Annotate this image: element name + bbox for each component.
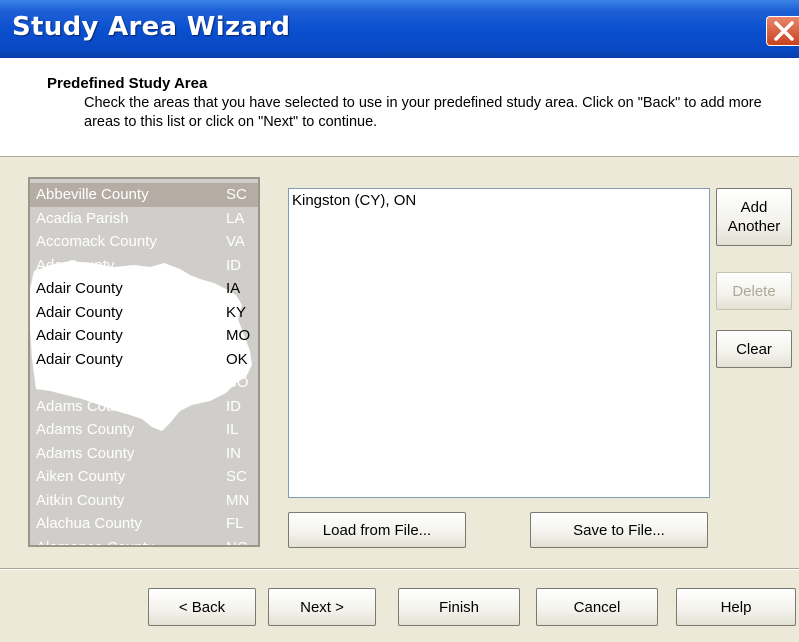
area-name: Adair County — [36, 327, 123, 344]
area-name: Acadia Parish — [36, 209, 129, 227]
area-state: IN — [226, 444, 241, 462]
area-name: Adair County — [36, 350, 123, 368]
area-name: Accomack County — [36, 233, 157, 250]
load-from-file-button[interactable]: Load from File... — [288, 512, 466, 548]
footer-divider — [0, 568, 799, 570]
area-name: Aitkin County — [36, 491, 125, 509]
area-list-item[interactable]: Adair County KY — [30, 301, 258, 325]
area-list-item[interactable]: Abbeville County SC — [30, 183, 258, 207]
title-bar: Study Area Wizard — [0, 0, 799, 58]
area-state: ID — [226, 256, 241, 274]
area-name: Ada County — [36, 256, 115, 274]
area-state: OK — [226, 350, 248, 368]
area-state: LA — [226, 209, 245, 227]
area-list-item[interactable]: Adams County IN — [30, 442, 258, 466]
area-list-item[interactable]: Acadia Parish LA — [30, 207, 258, 231]
area-name: Adams County — [36, 421, 135, 438]
cancel-button[interactable]: Cancel — [536, 588, 658, 626]
area-state: MO — [226, 327, 251, 344]
area-state: SC — [226, 186, 247, 203]
area-list-item[interactable]: Adams County ID — [30, 395, 258, 419]
selected-area-item[interactable]: Kingston (CY), ON — [292, 192, 416, 209]
step-description: Check the areas that you have selected t… — [84, 95, 762, 130]
area-list-item[interactable]: Adair County OK — [30, 348, 258, 372]
area-name: Adams County — [36, 397, 135, 415]
area-state: CO — [226, 374, 249, 391]
area-state: IL — [226, 421, 239, 438]
area-list-item[interactable]: Adair County MO — [30, 324, 258, 348]
area-list-item[interactable]: Adams County CO — [30, 371, 258, 395]
delete-button[interactable]: Delete — [716, 272, 792, 310]
area-list-item[interactable]: Alachua County FL — [30, 512, 258, 536]
area-state: KY — [226, 303, 247, 321]
area-list[interactable]: Abbeville County SC Acadia Parish LA Accomac… — [28, 177, 260, 547]
area-list-item[interactable]: Aitkin County MN — [30, 489, 258, 513]
window-title: Study Area Wizard — [12, 12, 291, 42]
close-button[interactable] — [766, 16, 799, 46]
add-another-button[interactable]: Add Another — [716, 188, 792, 246]
area-list-item[interactable]: Alamance County NC — [30, 536, 258, 547]
area-state: VA — [226, 233, 245, 250]
area-state: SC — [226, 468, 247, 485]
selected-areas-list[interactable]: Kingston (CY), ON — [288, 188, 710, 498]
close-icon — [774, 21, 794, 41]
next-button[interactable]: Next > — [268, 588, 376, 626]
step-title: Predefined Study Area — [47, 75, 208, 92]
area-list-item[interactable]: Adair County IA — [30, 277, 258, 301]
area-name: Abbeville County — [36, 186, 149, 203]
area-state: NC — [226, 538, 248, 547]
area-state: IA — [226, 280, 241, 297]
area-name: Adams County — [36, 374, 135, 391]
area-state: FL — [226, 515, 244, 532]
area-name: Adams County — [36, 444, 135, 462]
area-name: Alamance County — [36, 538, 155, 547]
wizard-header: Predefined Study Area Check the areas th… — [0, 58, 799, 157]
area-name: Aiken County — [36, 468, 126, 485]
area-list-item[interactable]: Ada County ID — [30, 254, 258, 278]
area-name: Adair County — [36, 303, 123, 321]
finish-button[interactable]: Finish — [398, 588, 520, 626]
area-state: MN — [226, 491, 250, 509]
area-state: ID — [226, 397, 241, 415]
area-name: Alachua County — [36, 515, 142, 532]
back-button[interactable]: < Back — [148, 588, 256, 626]
area-name: Adair County — [36, 280, 123, 297]
area-list-item[interactable]: Adams County IL — [30, 418, 258, 442]
area-list-item[interactable]: Aiken County SC — [30, 465, 258, 489]
area-list-item[interactable]: Accomack County VA — [30, 230, 258, 254]
help-button[interactable]: Help — [676, 588, 796, 626]
clear-button[interactable]: Clear — [716, 330, 792, 368]
save-to-file-button[interactable]: Save to File... — [530, 512, 708, 548]
